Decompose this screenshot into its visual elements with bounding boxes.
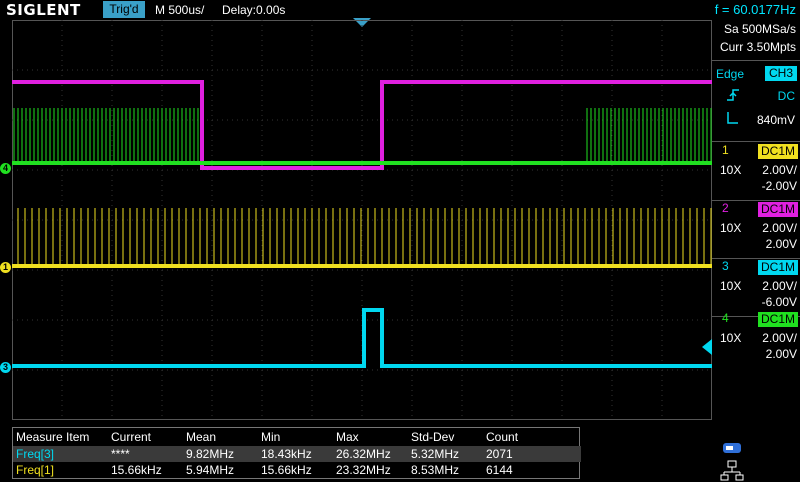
measure-mean: 5.94MHz (186, 463, 235, 477)
channel-number: 2 (722, 201, 729, 215)
rising-edge-icon (727, 89, 739, 101)
probe-ratio: 10X (720, 221, 742, 235)
measure-stddev: 5.32MHz (411, 447, 460, 461)
channel-coupling: DC1M (758, 144, 798, 159)
column-header: Count (486, 430, 519, 444)
measure-item: Freq[3] (16, 447, 55, 461)
top-status-bar: SIGLENT Trig'd M 500us/ Delay:0.00s f = … (0, 0, 800, 20)
column-header: Current (111, 430, 152, 444)
channel-1-trace (12, 208, 712, 267)
channel-1-ground-marker[interactable]: 1 (0, 262, 11, 273)
channel-number: 4 (722, 311, 729, 325)
volts-per-div: 2.00V/ (762, 331, 797, 345)
volts-per-div: 2.00V/ (762, 221, 797, 235)
measure-max: 23.32MHz (336, 463, 391, 477)
channel-offset: 2.00V (765, 347, 797, 361)
probe-ratio: 10X (720, 163, 742, 177)
probe-ratio: 10X (720, 279, 742, 293)
channel-number: 1 (722, 143, 729, 157)
column-header: Min (261, 430, 281, 444)
trigger-status-badge: Trig'd (103, 1, 145, 18)
column-header: Std-Dev (411, 430, 455, 444)
timebase-readout[interactable]: M 500us/ (155, 0, 204, 20)
waveform-canvas (12, 20, 712, 420)
trigger-level-icon[interactable] (702, 339, 712, 355)
measurement-table[interactable]: Measure Item Current Mean Min Max Std-De… (12, 427, 581, 479)
column-header: Measure Item (16, 430, 90, 444)
waveform-display[interactable] (12, 20, 712, 420)
measure-count: 6144 (486, 463, 513, 477)
memory-depth: Curr 3.50Mpts (719, 40, 796, 54)
channel-3-panel[interactable]: 3 DC1M 10X 2.00V/ -6.00V (712, 258, 800, 317)
frequency-counter: f = 60.0177Hz (714, 2, 796, 17)
probe-ratio: 10X (720, 331, 742, 345)
measure-max: 26.32MHz (336, 447, 391, 461)
side-panel: Sa 500MSa/s Curr 3.50Mpts Edge CH3 DC 84… (712, 20, 800, 481)
channel-3-ground-marker[interactable]: 3 (0, 362, 11, 373)
measure-min: 15.66kHz (261, 463, 312, 477)
measure-current: **** (111, 447, 130, 461)
channel-4-panel[interactable]: 4 DC1M 10X 2.00V/ 2.00V (712, 310, 800, 368)
channel-number: 3 (722, 259, 729, 273)
measure-item: Freq[1] (16, 463, 55, 477)
channel-2-panel[interactable]: 2 DC1M 10X 2.00V/ 2.00V (712, 200, 800, 259)
measure-count: 2071 (486, 447, 513, 461)
channel-offset: -6.00V (761, 295, 797, 309)
trigger-coupling: DC (777, 89, 795, 103)
measure-stddev: 8.53MHz (411, 463, 460, 477)
channel-1-panel[interactable]: 1 DC1M 10X 2.00V/ -2.00V (712, 142, 800, 201)
measurement-row[interactable]: Freq[3] **** 9.82MHz 18.43kHz 26.32MHz 5… (13, 446, 581, 462)
volts-per-div: 2.00V/ (762, 163, 797, 177)
trigger-level: 840mV (756, 113, 795, 127)
measure-mean: 9.82MHz (186, 447, 235, 461)
trigger-source: CH3 (765, 66, 797, 81)
brand-logo: SIGLENT (6, 1, 81, 19)
sample-rate: Sa 500MSa/s (723, 22, 796, 36)
column-header: Mean (186, 430, 217, 444)
level-icon (727, 112, 738, 124)
measure-min: 18.43kHz (261, 447, 312, 461)
channel-coupling: DC1M (758, 260, 798, 275)
trigger-type: Edge (716, 67, 745, 81)
channel-offset: 2.00V (765, 237, 797, 251)
measurement-header-row: Measure Item Current Mean Min Max Std-De… (13, 429, 581, 445)
channel-4-ground-marker[interactable]: 4 (0, 163, 11, 174)
channel-offset: -2.00V (761, 179, 797, 193)
channel-3-trace (12, 308, 712, 368)
delay-readout[interactable]: Delay:0.00s (222, 0, 285, 20)
trigger-panel[interactable]: Edge CH3 DC 840mV (712, 60, 800, 142)
column-header: Max (336, 430, 359, 444)
measure-current: 15.66kHz (111, 463, 162, 477)
network-icon (720, 460, 744, 481)
channel-coupling: DC1M (758, 202, 798, 217)
volts-per-div: 2.00V/ (762, 279, 797, 293)
usb-icon (723, 443, 741, 453)
channel-coupling: DC1M (758, 312, 798, 327)
measurement-row[interactable]: Freq[1] 15.66kHz 5.94MHz 15.66kHz 23.32M… (13, 462, 581, 478)
